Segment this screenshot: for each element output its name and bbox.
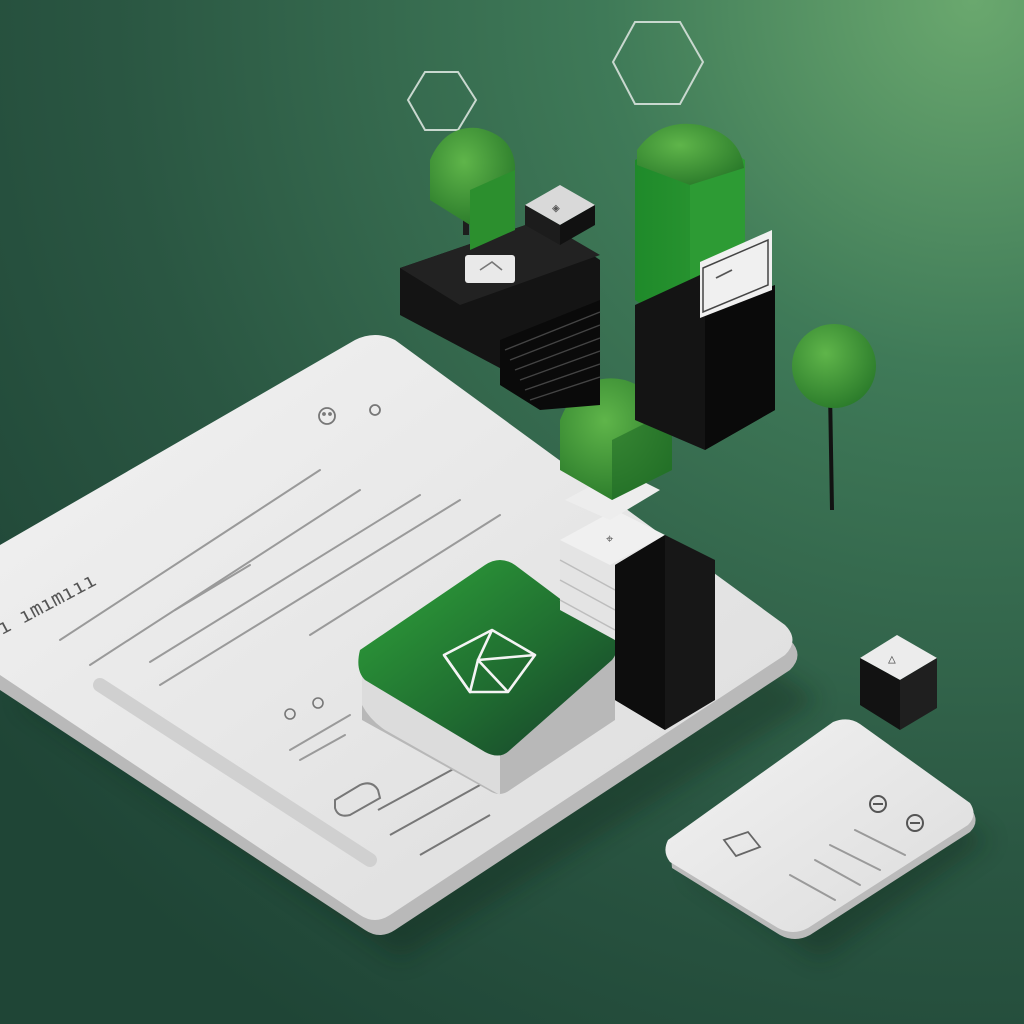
block-icon: ⌖	[606, 532, 614, 547]
isometric-illustration: ı ımımııı ⌖ ◈ △	[0, 0, 1024, 1024]
cube-icon: ◈	[552, 201, 560, 216]
cube-icon: △	[888, 652, 896, 667]
box-icon	[465, 255, 515, 283]
